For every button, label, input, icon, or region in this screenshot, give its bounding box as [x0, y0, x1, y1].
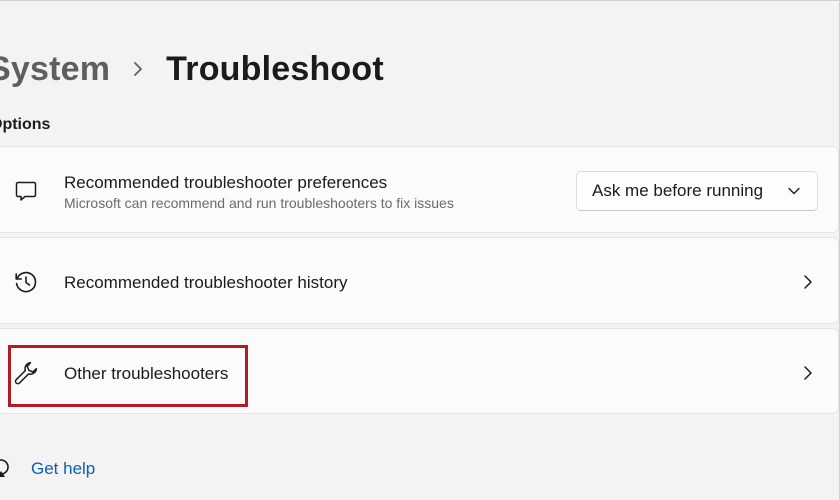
- dropdown-selected-value: Ask me before running: [592, 181, 764, 200]
- chevron-right-icon[interactable]: [800, 272, 816, 292]
- card-title-other-troubleshooters: Other troubleshooters: [64, 364, 229, 383]
- chevron-down-icon: [787, 185, 801, 197]
- page-title: Troubleshoot: [166, 49, 384, 88]
- breadcrumb-chevron-icon: [110, 49, 166, 89]
- history-icon: [12, 268, 40, 296]
- wrench-icon: [12, 359, 40, 387]
- section-label-options: Options: [0, 116, 51, 133]
- chevron-right-icon[interactable]: [800, 363, 816, 383]
- card-title-preferences: Recommended troubleshooter preferences: [64, 173, 388, 192]
- card-troubleshooter-history[interactable]: Recommended troubleshooter history: [0, 237, 839, 324]
- card-troubleshooter-preferences: Recommended troubleshooter preferences M…: [0, 146, 839, 233]
- chat-bubble-icon: [12, 177, 40, 205]
- preferences-dropdown[interactable]: Ask me before running: [576, 171, 818, 211]
- breadcrumb: System Troubleshoot: [0, 45, 384, 93]
- card-title-history: Recommended troubleshooter history: [64, 273, 348, 292]
- get-help-link[interactable]: Get help: [0, 457, 95, 481]
- breadcrumb-system-link[interactable]: System: [0, 50, 110, 89]
- card-other-troubleshooters[interactable]: Other troubleshooters: [0, 328, 839, 414]
- card-subtitle-preferences: Microsoft can recommend and run troubles…: [64, 195, 454, 211]
- help-icon: [0, 458, 14, 480]
- get-help-text[interactable]: Get help: [31, 459, 95, 479]
